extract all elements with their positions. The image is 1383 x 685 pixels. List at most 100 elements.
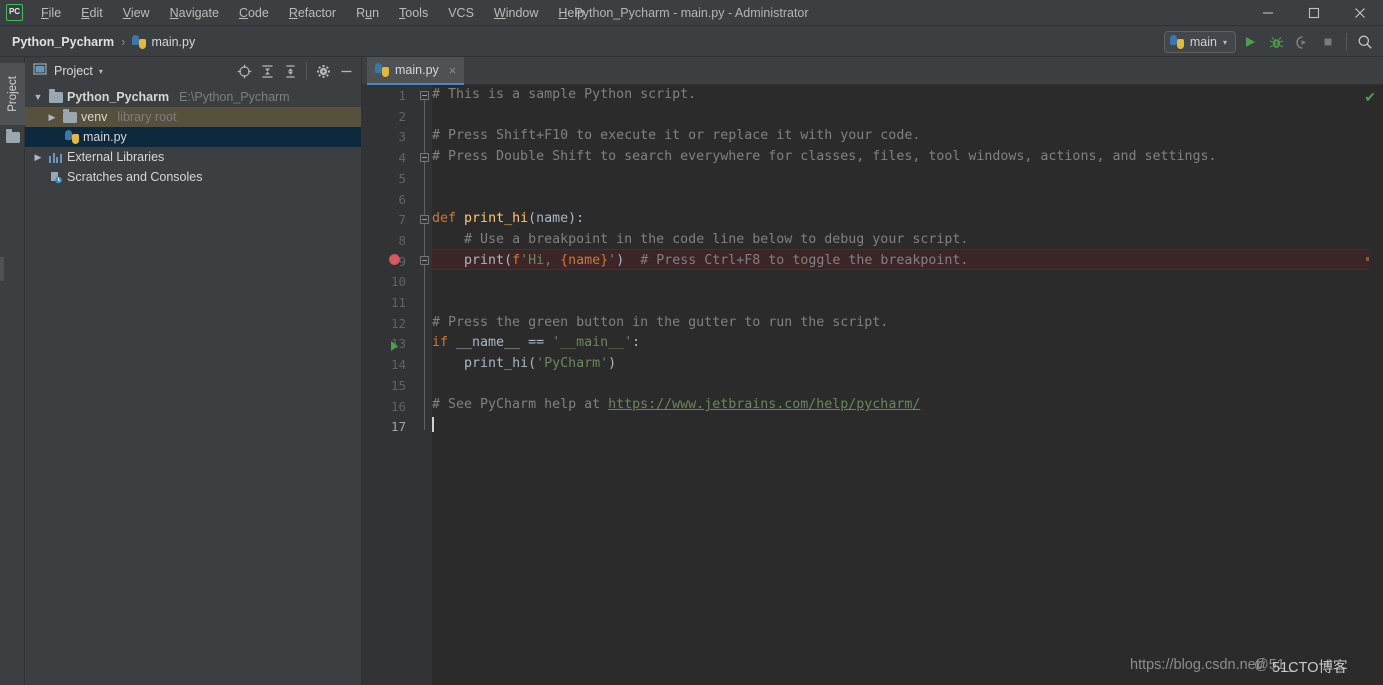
code-line-14: print_hi('PyCharm'): [432, 354, 1383, 375]
menu-code[interactable]: Code: [229, 3, 279, 23]
editor-scrollbar-track[interactable]: [1369, 85, 1383, 685]
tree-node-label: Scratches and Consoles: [67, 170, 203, 184]
editor-gutter[interactable]: 1 2 3 4 5 6 7 8 9 10 11 12 13 14 15 16 1…: [362, 85, 418, 685]
code-line-1: # This is a sample Python script.: [432, 85, 1383, 106]
code-token-fstring-prefix: f: [512, 252, 521, 268]
project-panel-header: Project ▾: [25, 57, 361, 85]
pycharm-logo-icon: [6, 4, 23, 21]
menu-navigate[interactable]: Navigate: [160, 3, 229, 23]
maximize-icon[interactable]: [1291, 0, 1337, 26]
run-configuration-selector[interactable]: main ▾: [1163, 31, 1236, 53]
menu-view[interactable]: View: [113, 3, 160, 23]
tree-node-meta: library root: [117, 110, 177, 124]
project-window-icon: [33, 62, 47, 81]
code-line-7: def print_hi(name):: [432, 209, 1383, 230]
code-token-comment: # This is a sample Python script.: [432, 87, 697, 102]
sidebar-tab-project[interactable]: Project: [0, 63, 25, 125]
python-file-icon: [132, 34, 147, 49]
code-text-area[interactable]: # This is a sample Python script. # Pres…: [432, 85, 1383, 685]
line-number: 13: [390, 336, 406, 352]
breakpoint-dot[interactable]: [389, 254, 400, 265]
pycharm-window: File Edit View Navigate Code Refactor Ru…: [0, 0, 1383, 685]
breadcrumb: Python_Pycharm › main.py: [0, 34, 195, 49]
code-token-url-link[interactable]: https://www.jetbrains.com/help/pycharm/: [608, 397, 920, 412]
fold-marker-line-4[interactable]: [420, 153, 429, 162]
menu-file[interactable]: File: [31, 3, 71, 23]
code-token-signature: (name):: [528, 211, 585, 227]
checkmark-icon[interactable]: ✔: [1364, 89, 1376, 106]
project-tree: ▼ Python_Pycharm E:\Python_Pycharm ▶ ven…: [25, 85, 361, 187]
run-line-gutter-icon[interactable]: [391, 341, 398, 351]
left-tool-stripe: Project: [0, 57, 25, 685]
tree-node-label: main.py: [83, 130, 127, 144]
code-editor[interactable]: 1 2 3 4 5 6 7 8 9 10 11 12 13 14 15 16 1…: [362, 85, 1383, 685]
menu-refactor[interactable]: Refactor: [279, 3, 346, 23]
close-icon[interactable]: [1337, 0, 1383, 26]
menu-vcs[interactable]: VCS: [438, 3, 484, 23]
expand-all-button[interactable]: [256, 60, 278, 82]
debug-button[interactable]: [1264, 30, 1288, 54]
close-icon[interactable]: ×: [449, 63, 457, 78]
tree-node-external-libraries[interactable]: ▶ External Libraries: [25, 147, 361, 167]
code-token-string: 'PyCharm': [536, 355, 609, 371]
folder-icon: [63, 108, 77, 123]
code-line-8: # Use a breakpoint in the code line belo…: [432, 230, 1383, 251]
panel-divider: [306, 62, 307, 80]
run-with-coverage-button[interactable]: [1290, 30, 1314, 54]
stripe-accent: [0, 257, 4, 281]
code-token-keyword: if: [432, 335, 449, 351]
menu-help[interactable]: Help: [548, 3, 594, 23]
menu-window[interactable]: Window: [484, 3, 548, 23]
project-tool-window: Project ▾ ▼ Python_Pycharm E:\Python_Pyc…: [25, 57, 362, 685]
python-file-icon: [65, 130, 79, 144]
tree-node-scratches[interactable]: Scratches and Consoles: [25, 167, 361, 187]
minimize-icon[interactable]: [1245, 0, 1291, 26]
menu-edit[interactable]: Edit: [71, 3, 113, 23]
search-icon[interactable]: [1353, 30, 1377, 54]
code-token-call: print: [464, 252, 505, 268]
run-button[interactable]: [1238, 30, 1262, 54]
code-line-9: print(f'Hi, {name}') # Press Ctrl+F8 to …: [464, 252, 969, 268]
chevron-right-icon[interactable]: ▶: [45, 112, 59, 122]
code-token-function-name: print_hi: [464, 211, 529, 227]
tree-node-path: E:\Python_Pycharm: [179, 90, 290, 104]
line-number: 14: [390, 357, 406, 373]
tree-node-venv[interactable]: ▶ venv library root: [25, 107, 361, 127]
menu-bar: File Edit View Navigate Code Refactor Ru…: [31, 3, 594, 23]
tree-node-project-root[interactable]: ▼ Python_Pycharm E:\Python_Pycharm: [25, 87, 361, 107]
fold-marker-line-9[interactable]: [420, 256, 429, 265]
chevron-down-icon: ▾: [98, 66, 103, 76]
tree-node-main-py[interactable]: main.py: [25, 127, 361, 147]
stop-button[interactable]: [1316, 30, 1340, 54]
collapse-all-button[interactable]: [279, 60, 301, 82]
code-token-string-end: ': [608, 252, 617, 268]
code-token-comment: # See PyCharm help at: [432, 397, 609, 413]
breadcrumb-item-file[interactable]: main.py: [132, 34, 196, 49]
gear-icon[interactable]: [312, 60, 334, 82]
breadcrumb-file-label: main.py: [151, 34, 196, 49]
line-number: 1: [398, 88, 406, 103]
chevron-right-icon[interactable]: ▶: [31, 152, 45, 162]
code-line-16: # See PyCharm help at https://www.jetbra…: [432, 395, 1383, 416]
line-number: 7: [398, 212, 406, 228]
code-lines: # This is a sample Python script. # Pres…: [432, 85, 1383, 437]
menu-tools[interactable]: Tools: [389, 3, 438, 23]
select-opened-file-button[interactable]: [233, 60, 255, 82]
hide-panel-button[interactable]: [335, 60, 357, 82]
breadcrumb-item-project[interactable]: Python_Pycharm: [12, 35, 114, 49]
fold-marker-line-1[interactable]: [420, 91, 429, 100]
chevron-down-icon[interactable]: ▼: [31, 92, 45, 102]
tree-node-label: venv: [81, 110, 108, 124]
folder-icon: [6, 129, 20, 143]
project-panel-toolbar: [233, 60, 357, 82]
editor-fold-column[interactable]: [418, 85, 432, 685]
line-number: 3: [398, 129, 406, 145]
menu-run[interactable]: Run: [346, 3, 389, 23]
fold-marker-line-7[interactable]: [420, 215, 429, 224]
text-caret: [432, 417, 434, 432]
line-number: 11: [390, 295, 406, 310]
code-token-comment: # Use a breakpoint in the code line belo…: [464, 231, 969, 247]
tab-main-py[interactable]: main.py ×: [367, 57, 465, 85]
